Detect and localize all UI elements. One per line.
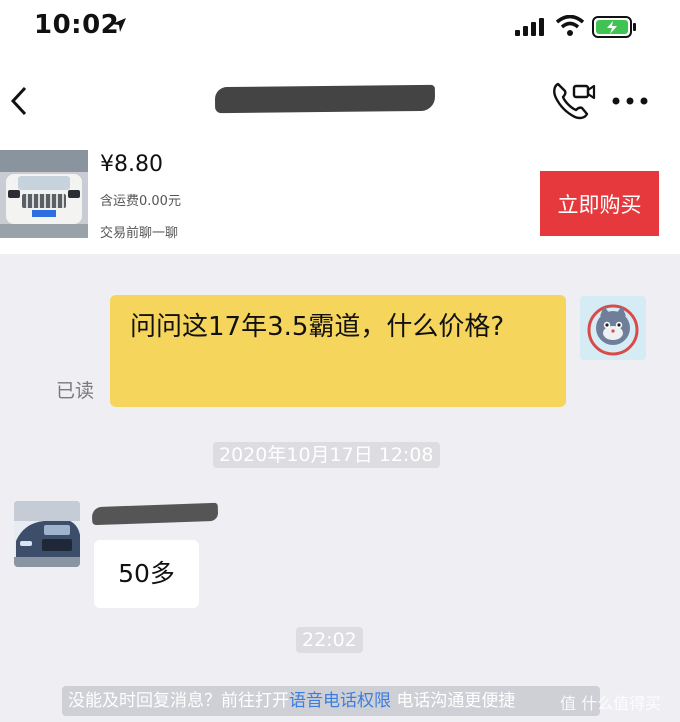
product-price: ¥8.80 (100, 152, 163, 177)
shipping-fee: 含运费0.00元 (100, 194, 181, 209)
chat-hint: 交易前聊一聊 (100, 226, 179, 241)
permission-notice: 没能及时回复消息？前往打开语音电话权限 电话沟通更便捷 (62, 686, 600, 716)
message-timestamp: 2020年10月17日 12:08 (213, 442, 440, 468)
location-arrow-icon (112, 18, 126, 32)
avatar[interactable] (14, 501, 80, 567)
sender-name-redacted (91, 502, 219, 526)
product-thumbnail[interactable] (0, 150, 88, 238)
notice-suffix: 电话沟通更便捷 (396, 691, 516, 711)
buy-now-button[interactable]: 立即购买 (540, 171, 659, 236)
read-receipt: 已读 (56, 380, 95, 402)
avatar[interactable] (580, 296, 646, 360)
incoming-message-bubble[interactable]: 50多 (94, 540, 199, 608)
product-card[interactable]: ¥8.80 含运费0.00元 交易前聊一聊 立即购买 (0, 144, 680, 254)
outgoing-message-bubble[interactable]: 问问这17年3.5霸道，什么价格? (110, 295, 566, 407)
status-time: 10:02 (34, 10, 120, 40)
contact-name-redacted (214, 84, 436, 114)
battery-charging-icon (592, 16, 636, 38)
message-timestamp: 22:02 (296, 627, 363, 653)
wifi-icon (556, 15, 584, 36)
watermark: 值 什么值得买 (560, 694, 662, 713)
cellular-signal-icon (515, 18, 544, 36)
status-bar: 10:02 (0, 0, 680, 56)
chevron-left-icon[interactable] (8, 84, 30, 118)
nav-bar (0, 56, 680, 144)
more-dots-icon[interactable] (612, 96, 648, 106)
notice-prefix: 没能及时回复消息？前往打开 (68, 691, 289, 711)
phone-video-icon[interactable] (550, 78, 596, 122)
voice-call-permission-link[interactable]: 语音电话权限 (289, 691, 391, 711)
